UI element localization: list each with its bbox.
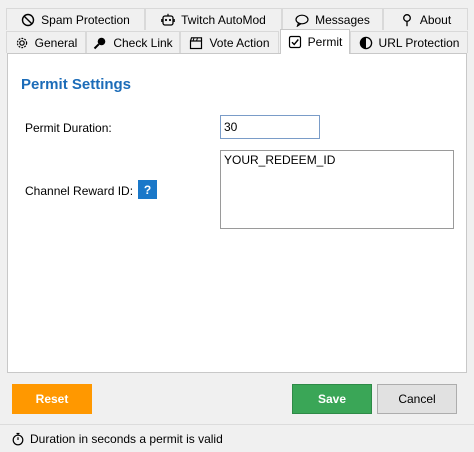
tab-label: Messages xyxy=(315,12,370,27)
magnifier-icon xyxy=(93,36,107,50)
status-bar: Duration in seconds a permit is valid xyxy=(0,424,474,452)
pin-icon xyxy=(400,13,414,27)
tab-label: Spam Protection xyxy=(41,12,130,27)
tab-spam-protection[interactable]: Spam Protection xyxy=(6,8,145,30)
checkbox-icon xyxy=(288,35,302,49)
tab-general[interactable]: General xyxy=(6,31,86,53)
permit-duration-label: Permit Duration: xyxy=(25,121,112,135)
tab-vote-action[interactable]: Vote Action xyxy=(180,31,279,53)
tab-url-protection[interactable]: URL Protection xyxy=(350,31,468,53)
tab-permit[interactable]: Permit xyxy=(280,29,350,54)
settings-window: Spam Protection Twitch AutoMod Messages … xyxy=(0,0,474,451)
permit-duration-input[interactable] xyxy=(220,115,320,139)
permit-settings-panel: Permit Settings Permit Duration: Channel… xyxy=(7,53,467,373)
block-icon xyxy=(21,13,35,27)
stopwatch-icon xyxy=(11,432,25,446)
shield-icon xyxy=(359,36,373,50)
channel-reward-id-textarea[interactable]: YOUR_REDEEM_ID xyxy=(220,150,454,229)
help-icon[interactable]: ? xyxy=(138,180,157,199)
tab-check-link[interactable]: Check Link xyxy=(86,31,180,53)
robot-icon xyxy=(161,13,175,27)
cancel-button[interactable]: Cancel xyxy=(377,384,457,414)
clapperboard-icon xyxy=(189,36,203,50)
tab-label: General xyxy=(34,35,78,50)
tab-about[interactable]: About xyxy=(383,8,468,30)
tab-label: Permit xyxy=(307,35,343,49)
save-button[interactable]: Save xyxy=(292,384,372,414)
tab-twitch-automod[interactable]: Twitch AutoMod xyxy=(145,8,282,30)
tab-label: Twitch AutoMod xyxy=(181,12,266,27)
reset-button[interactable]: Reset xyxy=(12,384,92,414)
tab-row-top: Spam Protection Twitch AutoMod Messages … xyxy=(6,8,468,31)
tab-row-bottom: General Check Link Vote Action Permit UR… xyxy=(6,29,468,54)
tab-label: Vote Action xyxy=(209,35,270,50)
section-title: Permit Settings xyxy=(21,76,132,93)
tab-label: URL Protection xyxy=(378,35,460,50)
tab-label: About xyxy=(419,12,452,27)
channel-reward-label: Channel Reward ID: xyxy=(25,184,134,198)
tab-messages[interactable]: Messages xyxy=(282,8,383,30)
chat-bubble-icon xyxy=(295,13,309,27)
gear-icon xyxy=(15,36,29,50)
status-text: Duration in seconds a permit is valid xyxy=(30,432,223,446)
tab-label: Check Link xyxy=(113,35,173,50)
